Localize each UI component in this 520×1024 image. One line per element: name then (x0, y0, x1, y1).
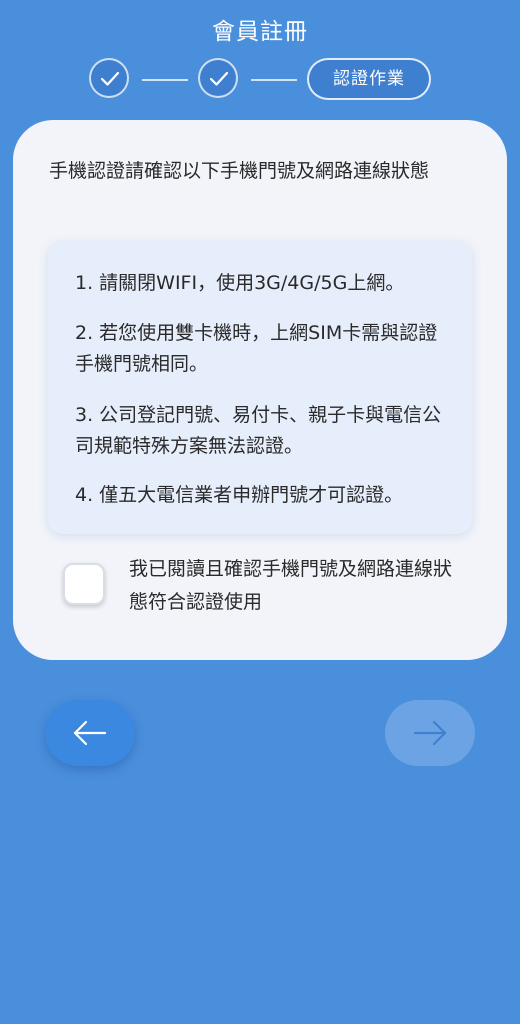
step-connector (142, 79, 188, 81)
confirm-checkbox[interactable] (63, 563, 105, 605)
next-button[interactable] (385, 700, 475, 766)
notice-item: 3. 公司登記門號、易付卡、親子卡與電信公司規範特殊方案無法認證。 (75, 404, 442, 457)
step-1-completed (89, 58, 129, 98)
step-3-current: 認證作業 (307, 58, 431, 100)
arrow-left-icon (73, 720, 107, 746)
confirm-label[interactable]: 我已閱讀且確認手機門號及網路連線狀態符合認證使用 (129, 553, 469, 619)
arrow-right-icon (413, 720, 447, 746)
notice-item: 4. 僅五大電信業者申辦門號才可認證。 (75, 484, 404, 506)
notice-list: 1. 請關閉WIFI，使用3G/4G/5G上網。 2. 若您使用雙卡機時，上網S… (48, 242, 472, 534)
notice-item: 2. 若您使用雙卡機時，上網SIM卡需與認證手機門號相同。 (75, 322, 438, 375)
page-title: 會員註冊 (212, 19, 308, 45)
intro-text: 手機認證請確認以下手機門號及網路連線狀態 (49, 160, 430, 182)
step-2-completed (198, 58, 238, 98)
progress-stepper: 認證作業 (0, 58, 520, 104)
back-button[interactable] (45, 700, 135, 766)
step-connector (251, 79, 297, 81)
checkmark-icon (100, 71, 120, 86)
checkmark-icon (209, 71, 229, 86)
verification-card: 手機認證請確認以下手機門號及網路連線狀態 1. 請關閉WIFI，使用3G/4G/… (13, 120, 507, 660)
notice-item: 1. 請關閉WIFI，使用3G/4G/5G上網。 (75, 272, 405, 294)
